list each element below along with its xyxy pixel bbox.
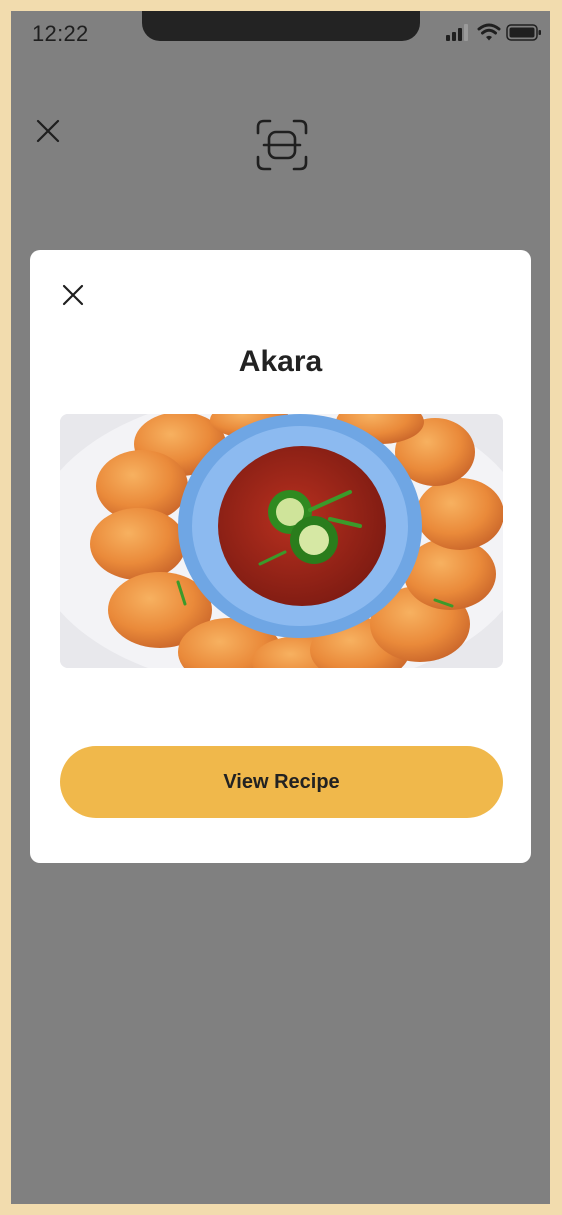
status-bar: 12:22 (11, 11, 550, 55)
close-icon[interactable] (35, 118, 61, 144)
status-icons (446, 23, 541, 41)
view-recipe-button[interactable]: View Recipe (60, 746, 503, 818)
battery-icon (506, 24, 541, 41)
close-icon[interactable] (61, 283, 85, 307)
modal-title: Akara (238, 345, 323, 378)
scan-frame-icon[interactable] (254, 117, 310, 173)
food-photo-akara (60, 414, 503, 668)
device-notch (142, 11, 420, 41)
wifi-icon (477, 23, 501, 41)
status-time: 12:22 (32, 21, 89, 46)
recipe-modal: Akara View Recipe (30, 250, 531, 863)
phone-screen: 12:22 Akara View Recipe (11, 11, 550, 1204)
signal-icon (446, 24, 468, 41)
